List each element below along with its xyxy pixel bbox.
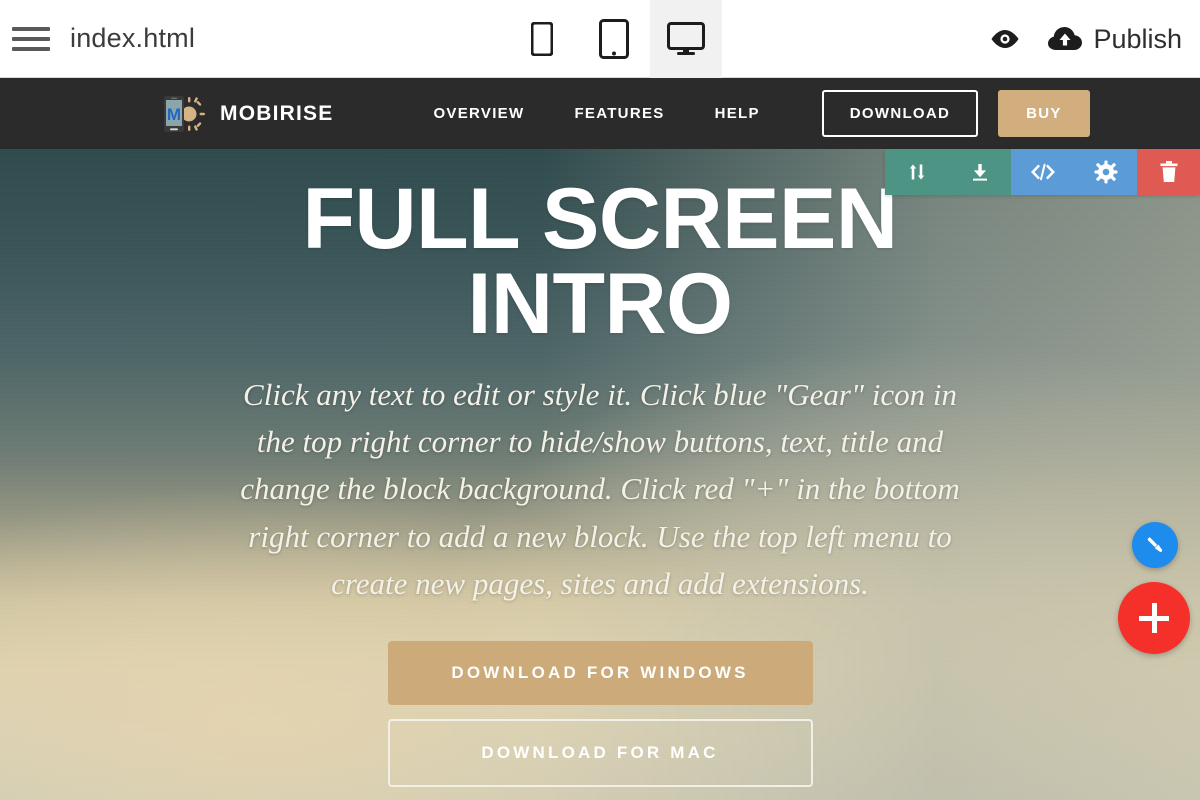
app-toolbar: index.html Publish bbox=[0, 0, 1200, 78]
gear-settings-icon bbox=[1094, 160, 1118, 184]
hero-content: FULL SCREEN INTRO Click any text to edit… bbox=[0, 149, 1200, 800]
device-preview-switcher bbox=[506, 0, 722, 78]
hamburger-menu-icon[interactable] bbox=[12, 24, 50, 54]
hamburger-bar bbox=[12, 36, 50, 41]
hero-paragraph[interactable]: Click any text to edit or style it. Clic… bbox=[235, 371, 965, 607]
mobirise-phone-sun-logo: M bbox=[158, 94, 210, 134]
nav-link-overview[interactable]: OVERVIEW bbox=[433, 105, 524, 122]
download-for-mac-button[interactable]: DOWNLOAD FOR MAC bbox=[387, 718, 813, 787]
download-for-windows-button[interactable]: DOWNLOAD FOR WINDOWS bbox=[387, 640, 813, 705]
preview-button[interactable] bbox=[989, 28, 1021, 50]
svg-text:M: M bbox=[167, 105, 181, 124]
nav-buy-button[interactable]: BUY bbox=[998, 90, 1090, 137]
site-navbar: M MOBIRISE OVERVIEW FEATURES HELP DOWNLO… bbox=[0, 78, 1200, 149]
page-title: index.html bbox=[70, 23, 196, 53]
block-code-button[interactable] bbox=[1011, 149, 1074, 195]
hero-block[interactable]: FULL SCREEN INTRO Click any text to edit… bbox=[0, 149, 1200, 800]
paintbrush-icon bbox=[1143, 533, 1167, 557]
eye-icon bbox=[989, 28, 1021, 50]
device-toggle-mobile[interactable] bbox=[506, 0, 578, 78]
nav-links: OVERVIEW FEATURES HELP bbox=[433, 105, 759, 122]
hero-title[interactable]: FULL SCREEN INTRO bbox=[250, 176, 950, 347]
device-toggle-tablet[interactable] bbox=[578, 0, 650, 78]
style-fab-button[interactable] bbox=[1132, 522, 1178, 568]
block-move-button[interactable] bbox=[885, 149, 948, 195]
hero-cta-group: DOWNLOAD FOR WINDOWS DOWNLOAD FOR MAC bbox=[387, 640, 813, 787]
code-brackets-icon bbox=[1029, 161, 1057, 183]
hamburger-bar bbox=[12, 46, 50, 51]
add-block-fab-button[interactable] bbox=[1118, 582, 1190, 654]
cloud-upload-icon bbox=[1047, 26, 1083, 52]
brand-logo-link[interactable]: M MOBIRISE bbox=[158, 94, 333, 134]
tablet-icon bbox=[599, 19, 629, 59]
hamburger-bar bbox=[12, 26, 50, 31]
nav-download-button[interactable]: DOWNLOAD bbox=[821, 90, 979, 137]
nav-link-help[interactable]: HELP bbox=[715, 105, 760, 122]
toolbar-left-group: index.html bbox=[0, 23, 195, 54]
mobirise-builder-window: index.html Publish M MOBIRISE OVERVIEW F… bbox=[0, 0, 1200, 800]
mobile-phone-icon bbox=[531, 22, 553, 56]
download-arrow-icon bbox=[969, 161, 991, 183]
block-settings-button[interactable] bbox=[1074, 149, 1137, 195]
block-delete-button[interactable] bbox=[1137, 149, 1200, 195]
block-download-button[interactable] bbox=[948, 149, 1011, 195]
nav-link-features[interactable]: FEATURES bbox=[574, 105, 664, 122]
block-action-toolbar bbox=[885, 149, 1200, 195]
trash-delete-icon bbox=[1158, 160, 1180, 184]
brand-name: MOBIRISE bbox=[220, 101, 334, 125]
move-up-down-arrows-icon bbox=[906, 161, 928, 183]
desktop-monitor-icon bbox=[667, 22, 705, 56]
toolbar-right-group: Publish bbox=[989, 0, 1182, 78]
publish-label: Publish bbox=[1093, 23, 1182, 54]
publish-button[interactable]: Publish bbox=[1047, 24, 1182, 55]
plus-icon-vertical bbox=[1151, 603, 1157, 633]
device-toggle-desktop[interactable] bbox=[650, 0, 722, 78]
